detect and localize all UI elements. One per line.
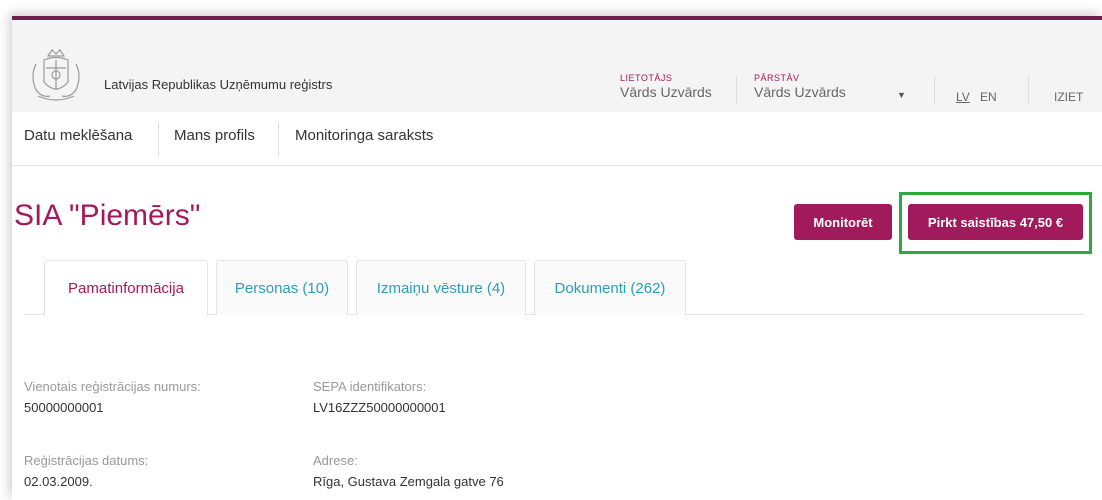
org-name[interactable]: Latvijas Republikas Uzņēmumu reģistrs: [104, 77, 332, 92]
logout-link[interactable]: IZIET: [1054, 90, 1083, 104]
nav-divider: [278, 122, 279, 156]
address-label: Adrese:: [313, 453, 358, 468]
chevron-down-icon[interactable]: ▼: [897, 90, 906, 100]
reg-date-value: 02.03.2009.: [24, 474, 93, 489]
header-divider: [736, 76, 737, 104]
sepa-value: LV16ZZZ50000000001: [313, 400, 446, 415]
reg-number-value: 50000000001: [24, 400, 104, 415]
tab-basic-info[interactable]: Pamatinformācija: [44, 260, 208, 316]
represents-selector[interactable]: PĀRSTĀV Vārds Uzvārds: [754, 73, 846, 101]
tab-persons[interactable]: Personas (10): [216, 260, 348, 315]
sepa-label: SEPA identifikators:: [313, 379, 427, 394]
tab-change-history[interactable]: Izmaiņu vēsture (4): [356, 260, 526, 315]
user-info: LIETOTĀJS Vārds Uzvārds: [620, 73, 712, 101]
header-divider: [934, 76, 935, 104]
represents-name: Vārds Uzvārds: [754, 84, 846, 100]
user-label: LIETOTĀJS: [620, 73, 673, 83]
represents-label: PĀRSTĀV: [754, 73, 800, 83]
page-title: SIA "Piemērs": [14, 199, 201, 232]
nav-item-search[interactable]: Datu meklēšana: [24, 127, 132, 144]
nav-item-profile[interactable]: Mans profils: [174, 127, 255, 144]
reg-number-label: Vienotais reģistrācijas numurs:: [24, 379, 201, 394]
lang-en-link[interactable]: EN: [980, 90, 997, 104]
top-header: Latvijas Republikas Uzņēmumu reģistrs LI…: [12, 16, 1102, 112]
user-name: Vārds Uzvārds: [620, 84, 712, 100]
nav-item-monitoring[interactable]: Monitoringa saraksts: [295, 127, 433, 144]
lang-lv-link[interactable]: LV: [956, 90, 970, 104]
app-window: Latvijas Republikas Uzņēmumu reģistrs LI…: [12, 16, 1102, 500]
monitor-button[interactable]: Monitorēt: [794, 204, 892, 240]
tab-documents[interactable]: Dokumenti (262): [534, 260, 686, 315]
address-value: Rīga, Gustava Zemgala gatve 76: [313, 474, 504, 489]
reg-date-label: Reģistrācijas datums:: [24, 453, 149, 468]
highlight-frame: [899, 192, 1092, 254]
coat-of-arms-logo[interactable]: [28, 46, 84, 104]
nav-divider: [158, 122, 159, 156]
main-nav: Datu meklēšana Mans profils Monitoringa …: [12, 112, 1102, 166]
header-divider: [1028, 76, 1029, 104]
